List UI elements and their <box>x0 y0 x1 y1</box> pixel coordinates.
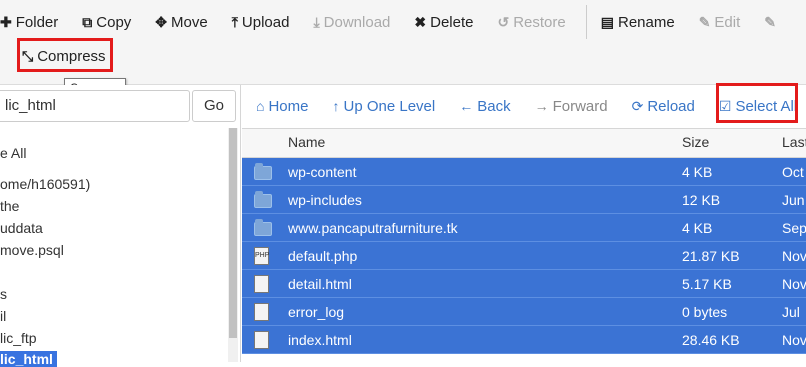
tree-item[interactable]: il <box>0 308 6 324</box>
file-size: 21.87 KB <box>682 248 740 264</box>
php-file-icon: PHP <box>254 247 272 265</box>
download-icon: ⤓ <box>313 14 320 30</box>
home-button[interactable]: ⌂ Home <box>256 98 308 115</box>
file-name: error_log <box>288 304 345 320</box>
html-file-icon <box>254 331 272 349</box>
file-icon: ▤ <box>600 14 614 30</box>
arrow-left-icon: ← <box>459 98 474 114</box>
file-size: 4 KB <box>682 164 713 180</box>
file-size: 0 bytes <box>682 304 728 320</box>
folder-shape <box>254 219 272 236</box>
forward-button[interactable]: → Forward <box>535 98 608 115</box>
file-size: 28.46 KB <box>682 332 740 348</box>
file-name: wp-includes <box>288 192 362 208</box>
table-header: Name Size Last <box>242 129 806 158</box>
file-last-modified: Nov <box>782 332 806 348</box>
edit-button[interactable]: ✎ Edit <box>699 10 751 34</box>
home-icon: ⌂ <box>256 98 265 114</box>
file-size: 12 KB <box>682 192 721 208</box>
tree-item[interactable]: s <box>0 286 7 302</box>
toolbar-row-primary: ✚ Folder ⧉ Copy ✥ Move ⤒ Upload ⤓ Download ✖ D… <box>0 5 804 39</box>
folder-icon <box>254 191 272 209</box>
file-shape: PHP <box>254 247 269 265</box>
file-name: index.html <box>288 332 352 348</box>
tree-item[interactable]: e All <box>0 145 26 161</box>
delete-button[interactable]: ✖ Delete <box>414 10 483 34</box>
tree-scroll-thumb[interactable] <box>229 128 237 338</box>
upload-button[interactable]: ⤒ Upload <box>232 10 300 34</box>
file-name: default.php <box>288 248 358 264</box>
reload-icon: ⟳ <box>631 97 644 114</box>
column-header-size[interactable]: Size <box>682 134 709 150</box>
tree-scrollbar[interactable] <box>228 128 238 362</box>
file-name: wp-content <box>288 164 357 180</box>
folder-shape <box>254 163 272 180</box>
file-last-modified: Oct <box>782 164 804 180</box>
file-name: www.pancaputrafurniture.tk <box>288 220 458 236</box>
directory-tree: e All ome/h160591) the uddata move.psql s il li… <box>0 85 226 367</box>
row-divider <box>242 353 806 354</box>
move-button[interactable]: ✥ Move <box>155 10 217 34</box>
table-row[interactable]: index.html 28.46 KB Nov <box>242 326 806 354</box>
toolbar: ✚ Folder ⧉ Copy ✥ Move ⤒ Upload ⤓ Download ✖ D… <box>0 0 806 85</box>
table-row[interactable]: detail.html 5.17 KB Nov <box>242 270 806 298</box>
arrow-up-icon: ↑ <box>332 98 340 114</box>
table-row[interactable]: error_log 0 bytes Jul <box>242 298 806 326</box>
tree-item[interactable]: ome/h160591) <box>0 176 90 192</box>
table-row[interactable]: www.pancaputrafurniture.tk 4 KB Sep <box>242 214 806 242</box>
table-row[interactable]: wp-content 4 KB Oct <box>242 158 806 186</box>
column-header-last-modified[interactable]: Last <box>782 134 806 150</box>
folder-icon <box>254 219 272 237</box>
file-last-modified: Jun <box>782 192 805 208</box>
tree-item[interactable]: lic_ftp <box>0 330 37 346</box>
table-row[interactable]: PHP default.php 21.87 KB Nov <box>242 242 806 270</box>
tree-item[interactable]: the <box>0 198 19 214</box>
rename-button[interactable]: ▤ Rename <box>601 10 685 34</box>
file-name: detail.html <box>288 276 352 292</box>
file-shape <box>254 303 269 321</box>
close-icon: ✖ <box>414 14 427 30</box>
file-last-modified: Nov <box>782 276 806 292</box>
restore-icon: ↺ <box>497 14 510 30</box>
tree-item-active[interactable]: lic_html <box>0 351 57 367</box>
column-header-name[interactable]: Name <box>288 134 325 150</box>
table-row[interactable]: wp-includes 12 KB Jun <box>242 186 806 214</box>
folder-shape <box>254 191 272 208</box>
copy-button[interactable]: ⧉ Copy <box>82 10 141 34</box>
file-last-modified: Nov <box>782 248 806 264</box>
tree-item[interactable]: move.psql <box>0 242 64 258</box>
copy-icon: ⧉ <box>82 14 93 30</box>
select-all-highlight-box <box>716 83 798 123</box>
folder-icon <box>254 163 272 181</box>
file-last-modified: Jul <box>782 304 800 320</box>
restore-button[interactable]: ↺ Restore <box>497 10 575 34</box>
file-shape <box>254 275 269 293</box>
compress-highlight-box <box>17 38 113 72</box>
tree-item[interactable]: uddata <box>0 220 43 236</box>
file-last-modified: Sep <box>782 220 806 236</box>
up-one-level-button[interactable]: ↑ Up One Level <box>332 98 435 115</box>
upload-icon: ⤒ <box>231 14 238 30</box>
toolbar-divider <box>585 5 587 39</box>
html-file-icon <box>254 275 272 293</box>
pencil-icon: ✎ <box>698 14 711 30</box>
code-edit-button[interactable]: ✎ <box>764 10 790 34</box>
code-edit-icon: ✎ <box>764 14 777 30</box>
new-folder-button[interactable]: ✚ Folder <box>0 10 68 34</box>
arrow-right-icon: → <box>534 98 549 114</box>
file-size: 5.17 KB <box>682 276 732 292</box>
move-icon: ✥ <box>155 14 168 30</box>
file-size: 4 KB <box>682 220 713 236</box>
reload-button[interactable]: ⟳ Reload <box>632 98 695 115</box>
file-manager: ✚ Folder ⧉ Copy ✥ Move ⤒ Upload ⤓ Download ✖ D… <box>0 0 806 367</box>
back-button[interactable]: ← Back <box>459 98 510 115</box>
file-shape <box>254 331 269 349</box>
download-button[interactable]: ⤓ Download <box>313 10 400 34</box>
text-file-icon <box>254 303 272 321</box>
plus-icon: ✚ <box>0 14 12 30</box>
directory-panel: lic_html Go e All ome/h160591) the uddata mo… <box>0 85 241 367</box>
file-table: Name Size Last wp-content 4 KB Oct wp-inclu… <box>242 128 806 363</box>
